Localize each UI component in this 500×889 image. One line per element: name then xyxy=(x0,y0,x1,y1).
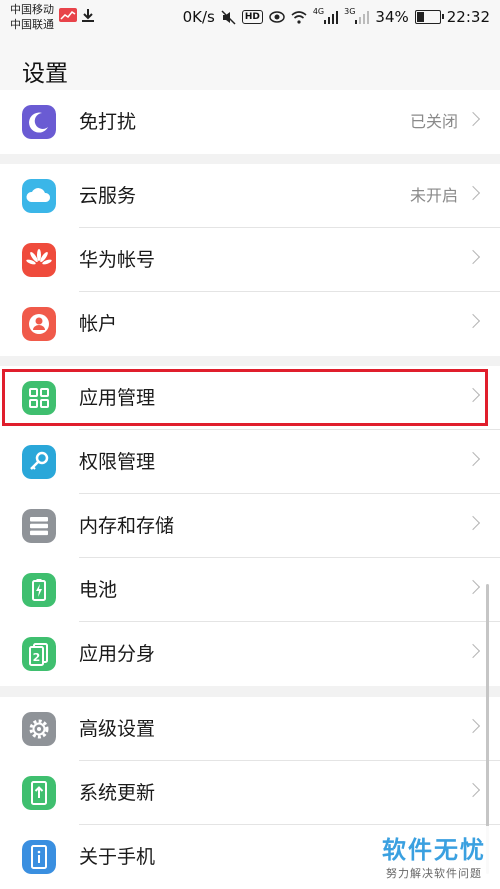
settings-item-advanced[interactable]: 高级设置 xyxy=(0,697,500,761)
huawei-logo-icon xyxy=(22,243,56,277)
battery-percent: 34% xyxy=(375,8,409,26)
carrier-info: 中国移动 中国联通 xyxy=(10,2,54,32)
battery-status-icon xyxy=(414,10,444,24)
stock-chart-icon xyxy=(59,8,77,22)
chevron-right-icon xyxy=(465,718,481,734)
storage-icon xyxy=(22,509,56,543)
settings-item-system-update[interactable]: 系统更新 xyxy=(0,761,500,825)
settings-item-battery[interactable]: 电池 xyxy=(0,558,500,622)
status-bar: 中国移动 中国联通 0K/s HD 4G 3G 34% 22:32 xyxy=(0,0,500,36)
settings-item-value: 已关闭 xyxy=(409,112,458,131)
page-title: 设置 xyxy=(22,61,68,87)
watermark-title: 软件无忧 xyxy=(382,836,486,864)
settings-item-value: 未开启 xyxy=(409,186,458,205)
settings-item-label: 应用分身 xyxy=(79,643,156,665)
network-speed: 0K/s xyxy=(182,8,215,26)
chevron-right-icon xyxy=(465,313,481,329)
settings-item-label: 华为帐号 xyxy=(79,249,156,271)
hd-badge: HD xyxy=(241,10,263,24)
settings-item-permissions[interactable]: 权限管理 xyxy=(0,430,500,494)
wifi-icon xyxy=(291,10,307,24)
chevron-right-icon xyxy=(465,111,481,127)
settings-item-label: 高级设置 xyxy=(79,718,156,740)
chevron-right-icon xyxy=(465,782,481,798)
settings-group-2: 云服务 未开启 华为帐号 帐户 xyxy=(0,164,500,356)
phone-info-icon xyxy=(22,840,56,874)
settings-item-storage[interactable]: 内存和存储 xyxy=(0,494,500,558)
watermark-subtitle: 努力解决软件问题 xyxy=(386,867,482,880)
settings-item-label: 帐户 xyxy=(79,313,118,335)
settings-item-label: 电池 xyxy=(79,579,118,601)
mute-icon xyxy=(221,9,236,25)
cloud-icon xyxy=(22,179,56,213)
moon-icon xyxy=(22,105,56,139)
network-type-2: 3G xyxy=(344,6,356,16)
watermark: 软件无忧 努力解决软件问题 xyxy=(374,826,494,885)
chevron-right-icon xyxy=(465,515,481,531)
settings-item-huawei-account[interactable]: 华为帐号 xyxy=(0,228,500,292)
chevron-right-icon xyxy=(465,643,481,659)
clock: 22:32 xyxy=(446,8,490,26)
carrier-label-1: 中国移动 xyxy=(10,3,54,16)
download-icon xyxy=(82,9,94,22)
signal-icon xyxy=(324,10,339,24)
chevron-right-icon xyxy=(465,249,481,265)
settings-item-label: 关于手机 xyxy=(79,846,156,868)
signal-icon-2 xyxy=(355,10,370,24)
settings-item-label: 云服务 xyxy=(79,185,137,207)
settings-item-label: 权限管理 xyxy=(79,451,156,473)
settings-item-do-not-disturb[interactable]: 免打扰 已关闭 xyxy=(0,90,500,154)
settings-item-label: 内存和存储 xyxy=(79,515,175,537)
settings-item-app-twin[interactable]: 2 应用分身 xyxy=(0,622,500,686)
app-twin-icon: 2 xyxy=(22,637,56,671)
account-icon xyxy=(22,307,56,341)
status-right: 0K/s HD 4G 3G 34% 22:32 xyxy=(182,6,490,27)
network-type-1: 4G xyxy=(312,6,325,16)
chevron-right-icon xyxy=(465,185,481,201)
settings-item-label: 免打扰 xyxy=(79,111,137,133)
eye-icon xyxy=(269,11,285,23)
settings-group-1: 免打扰 已关闭 xyxy=(0,90,500,154)
settings-item-accounts[interactable]: 帐户 xyxy=(0,292,500,356)
chevron-right-icon xyxy=(465,579,481,595)
carrier-label-2: 中国联通 xyxy=(10,18,54,31)
settings-item-label: 系统更新 xyxy=(79,782,156,804)
settings-item-cloud[interactable]: 云服务 未开启 xyxy=(0,164,500,228)
key-icon xyxy=(22,445,56,479)
svg-text:2: 2 xyxy=(33,651,41,664)
highlight-box xyxy=(2,369,488,426)
system-update-icon xyxy=(22,776,56,810)
chevron-right-icon xyxy=(465,451,481,467)
battery-icon xyxy=(22,573,56,607)
gear-icon xyxy=(22,712,56,746)
